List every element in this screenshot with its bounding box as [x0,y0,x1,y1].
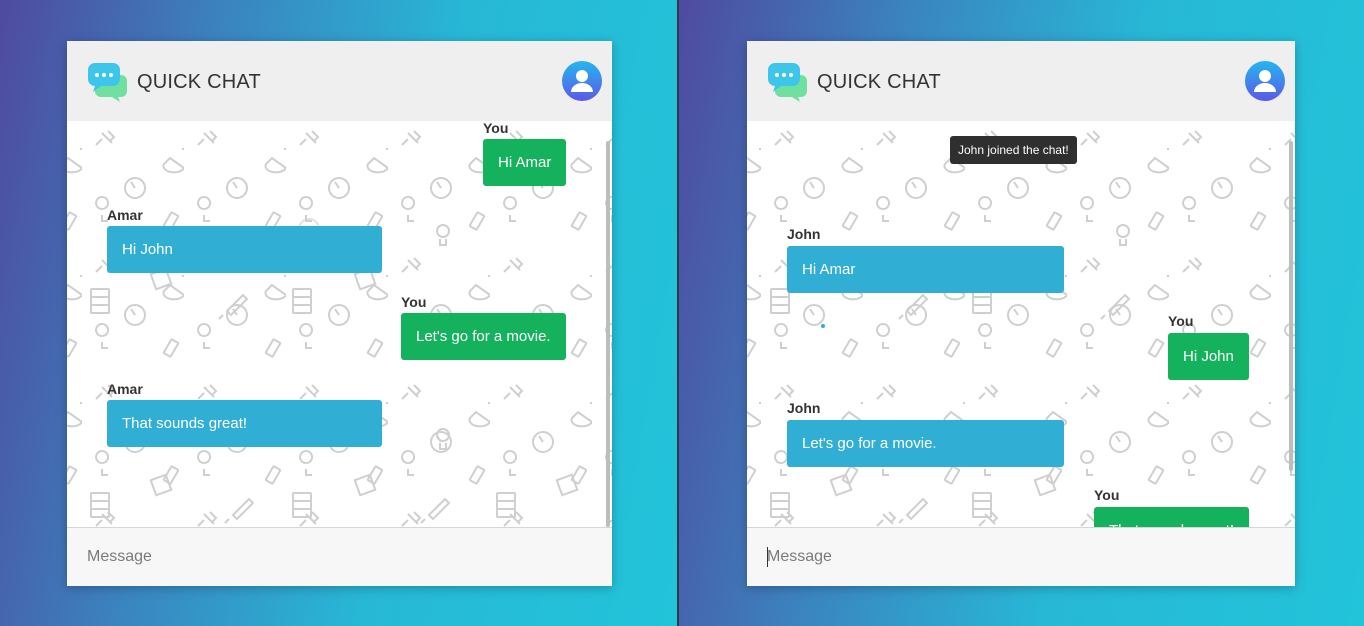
message-sender: Amar [107,381,143,397]
message-input[interactable] [87,546,592,568]
chat-bubbles-logo-icon [88,63,127,102]
message-bubble-self: Hi Amar [483,139,567,186]
message-footer [747,527,1295,586]
app-title: QUICK CHAT [137,71,261,93]
message-bubble-self: That sounds great! [1094,507,1250,527]
chat-header: QUICK CHAT [747,41,1295,121]
message-input[interactable] [767,546,1275,568]
message-sender: You [401,294,427,310]
chat-bubbles-logo-icon [768,63,807,102]
message-area[interactable]: John joined the chat! John Hi Amar You H… [747,121,1295,527]
message-area[interactable]: You Hi Amar Amar Hi John You Let's go fo… [67,121,612,527]
message-sender: John [787,400,821,416]
message-sender: You [1094,487,1120,503]
message-sender: John [787,226,821,242]
right-pane: QUICK CHAT John joined the chat! John Hi… [679,0,1364,626]
message-bubble-other: Let's go for a movie. [787,420,1064,467]
join-notice: John joined the chat! [950,136,1077,164]
message-bubble-self: Hi John [1168,333,1249,380]
user-avatar-icon[interactable] [562,61,602,101]
app-title: QUICK CHAT [817,71,941,93]
message-bubble-self: Let's go for a movie. [401,313,566,360]
chat-header: QUICK CHAT [67,41,612,121]
message-sender: Amar [107,207,143,223]
message-footer [67,527,612,586]
message-sender: You [483,121,509,136]
message-sender: You [1168,313,1194,329]
scrollbar[interactable] [1289,141,1293,471]
message-bubble-other: That sounds great! [107,400,382,447]
chat-window: QUICK CHAT [67,41,612,586]
scrollbar[interactable] [606,141,610,527]
user-avatar-icon[interactable] [1245,61,1285,101]
message-bubble-other: Hi Amar [787,246,1064,293]
chat-window: QUICK CHAT [747,41,1295,586]
message-bubble-other: Hi John [107,226,382,273]
text-cursor [767,547,768,567]
typing-indicator [821,324,825,328]
left-pane: QUICK CHAT You Hi Amar Amar Hi John You … [0,0,677,626]
